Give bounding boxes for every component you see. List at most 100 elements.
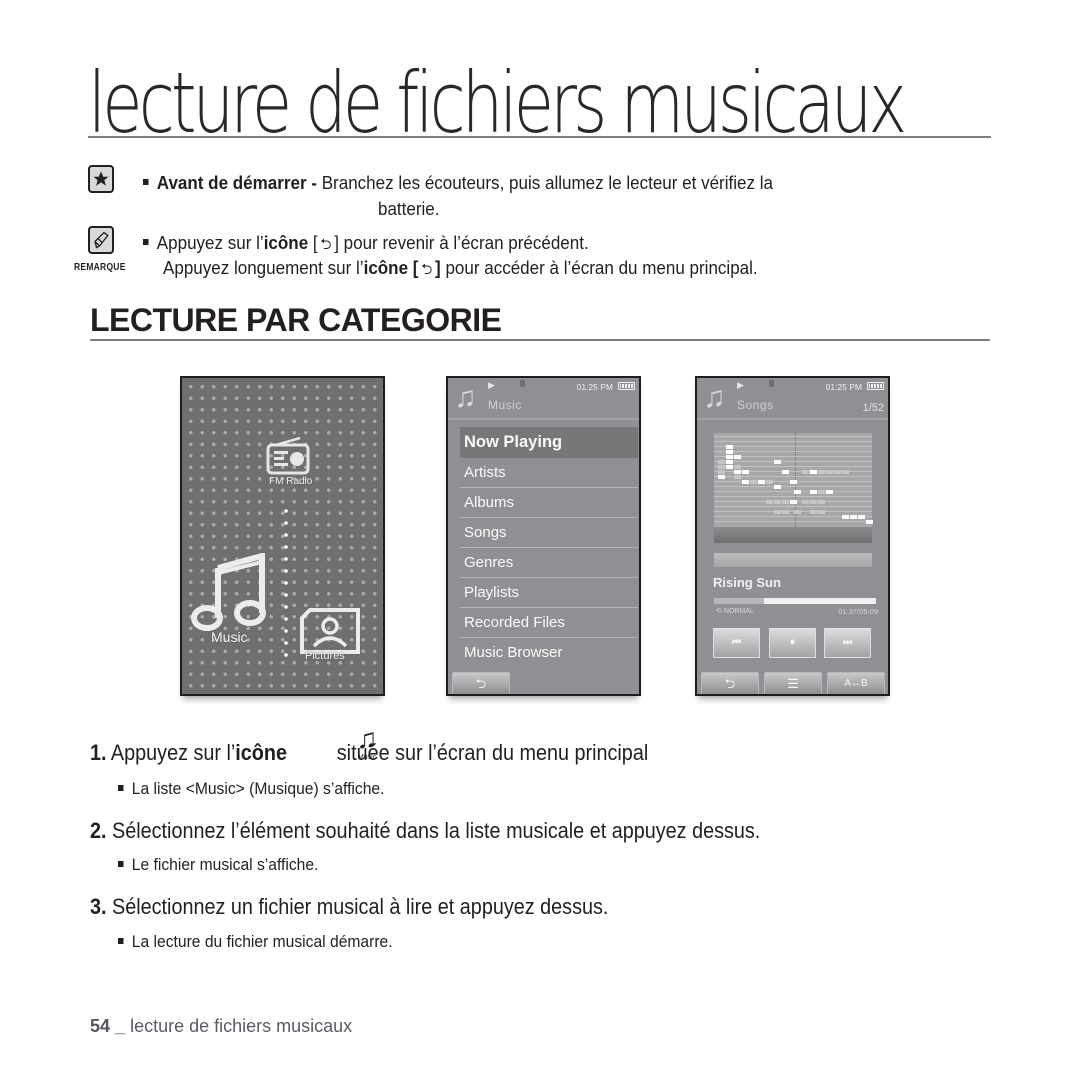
spectrum-cell (818, 510, 825, 514)
spectrum-cell (810, 470, 817, 474)
sub-step-text: La lecture du fichier musical démarre. (131, 932, 393, 951)
back-icon: ⮌ (421, 261, 433, 278)
spectrum-cell (782, 500, 789, 504)
note-before-start: Avant de démarrer - Branchez les écouteu… (143, 172, 773, 194)
spectrum-cell (718, 475, 725, 479)
spectrum-cell (842, 515, 849, 519)
radio-icon[interactable] (266, 436, 310, 481)
repeat-mode: ⟲ NORMAL (716, 607, 754, 615)
lock-icon (520, 380, 525, 387)
note-text: Appuyez longuement sur l’ (163, 257, 364, 278)
spectrum-gridline (714, 446, 872, 447)
spectrum-cell (726, 445, 733, 449)
footer-separator: _ (115, 1016, 126, 1036)
note-text: pour accéder à l’écran du menu principal… (445, 257, 758, 278)
ab-repeat-label: A↔B (844, 678, 868, 689)
footer-chapter: lecture de fichiers musicaux (130, 1016, 353, 1036)
screen-music-list: ♫ ▶ 01:25 PM Music Now Playing Artists A… (446, 376, 641, 696)
status-bar: ♫ ▶ 01:25 PM Music (448, 378, 639, 420)
spectrum-footer-bar (714, 553, 872, 567)
step-bold: icône (235, 740, 288, 765)
pause-button[interactable]: ⏸ (769, 628, 816, 658)
home-item-music[interactable]: Music (211, 629, 248, 645)
spectrum-cell (850, 515, 857, 519)
playback-progress-bar[interactable] (714, 598, 876, 604)
menu-item-songs[interactable]: Songs (460, 518, 638, 548)
spectrum-gridline (714, 441, 872, 442)
spectrum-cell (774, 510, 781, 514)
spectrum-gridline (714, 511, 872, 512)
spectrum-cell (810, 500, 817, 504)
repeat-mode-label: NORMAL (723, 608, 754, 615)
spectrum-cell (766, 480, 773, 484)
menu-item-recorded-files[interactable]: Recorded Files (460, 608, 638, 638)
menu-item-music-browser[interactable]: Music Browser (460, 638, 638, 668)
next-button[interactable]: ⏭ (824, 628, 871, 658)
page-indicator-dots (284, 505, 288, 665)
spectrum-gridline (714, 506, 872, 507)
spectrum-cell (782, 510, 789, 514)
spectrum-cell (734, 465, 741, 469)
spectrum-cell (774, 500, 781, 504)
back-icon: ⮌ (475, 676, 487, 691)
menu-item-genres[interactable]: Genres (460, 548, 638, 578)
spectrum-cell (834, 470, 841, 474)
battery-icon (867, 382, 884, 390)
home-item-fm-radio[interactable]: FM Radio (269, 476, 312, 487)
step-number: 1. (90, 740, 107, 765)
repeat-icon: ⟲ (716, 608, 724, 615)
play-status-icon: ▶ (488, 380, 495, 390)
previous-button[interactable]: ⏮ (713, 628, 760, 658)
spectrum-gridline (714, 496, 872, 497)
list-button[interactable]: ☰ (764, 672, 822, 694)
menu-item-playlists[interactable]: Playlists (460, 578, 638, 608)
music-menu: Now Playing Artists Albums Songs Genres … (460, 427, 638, 668)
spectrum-cell (726, 465, 733, 469)
menu-item-albums[interactable]: Albums (460, 488, 638, 518)
back-icon: ⮌ (320, 236, 332, 253)
inline-music-icon: ♫ Music (347, 724, 387, 762)
spectrum-cell (790, 480, 797, 484)
home-item-pictures[interactable]: Pictures (305, 650, 345, 662)
page-number: 54 (90, 1016, 111, 1036)
spectrum-cell (742, 480, 749, 484)
spectrum-gridline (714, 521, 872, 522)
note-back-long: Appuyez longuement sur l’icône [⮌] pour … (163, 257, 758, 281)
spectrum-cell (794, 490, 801, 494)
back-button[interactable]: ⮌ (452, 672, 510, 694)
note-back-short: Appuyez sur l’icône [⮌] pour revenir à l… (143, 232, 589, 256)
back-button[interactable]: ⮌ (701, 672, 759, 694)
step-text: Sélectionnez l’élément souhaité dans la … (112, 818, 761, 843)
music-note-icon[interactable] (190, 552, 270, 638)
spectrum-gridline (714, 436, 872, 437)
track-title: Rising Sun (713, 575, 781, 590)
spectrum-cell (726, 450, 733, 454)
lock-icon (769, 380, 774, 387)
note-text: pour revenir à l’écran précédent. (343, 232, 589, 253)
step-number: 3. (90, 894, 107, 919)
spectrum-cell (782, 470, 789, 474)
note-label: Avant de démarrer - (156, 172, 317, 193)
step-text: Appuyez sur l’ (110, 740, 236, 765)
music-note-icon: ♫ (454, 381, 477, 414)
step-3-result: La lecture du fichier musical démarre. (118, 932, 393, 952)
spectrum-cell (858, 515, 865, 519)
spectrum-cell (802, 500, 809, 504)
menu-item-now-playing[interactable]: Now Playing (460, 427, 638, 458)
menu-item-artists[interactable]: Artists (460, 458, 638, 488)
section-title: LECTURE PAR CATEGORIE (90, 302, 502, 338)
spectrum-cell (766, 500, 773, 504)
step-3: 3. Sélectionnez un fichier musical à lir… (90, 894, 608, 920)
battery-icon (618, 382, 635, 390)
spectrum-cell (810, 490, 817, 494)
list-icon: ☰ (787, 676, 799, 691)
step-2-result: Le fichier musical s’affiche. (118, 855, 318, 875)
clock-time: 01:25 PM (825, 382, 862, 392)
pencil-note-icon (88, 226, 114, 254)
spectrum-cell (842, 470, 849, 474)
note-bold: icône (263, 232, 309, 253)
spectrum-cell (818, 470, 825, 474)
ab-repeat-button[interactable]: A↔B (827, 672, 885, 694)
screen-home-menu: FM Radio Music Pictures (180, 376, 385, 696)
spectrum-visualizer (714, 433, 873, 543)
